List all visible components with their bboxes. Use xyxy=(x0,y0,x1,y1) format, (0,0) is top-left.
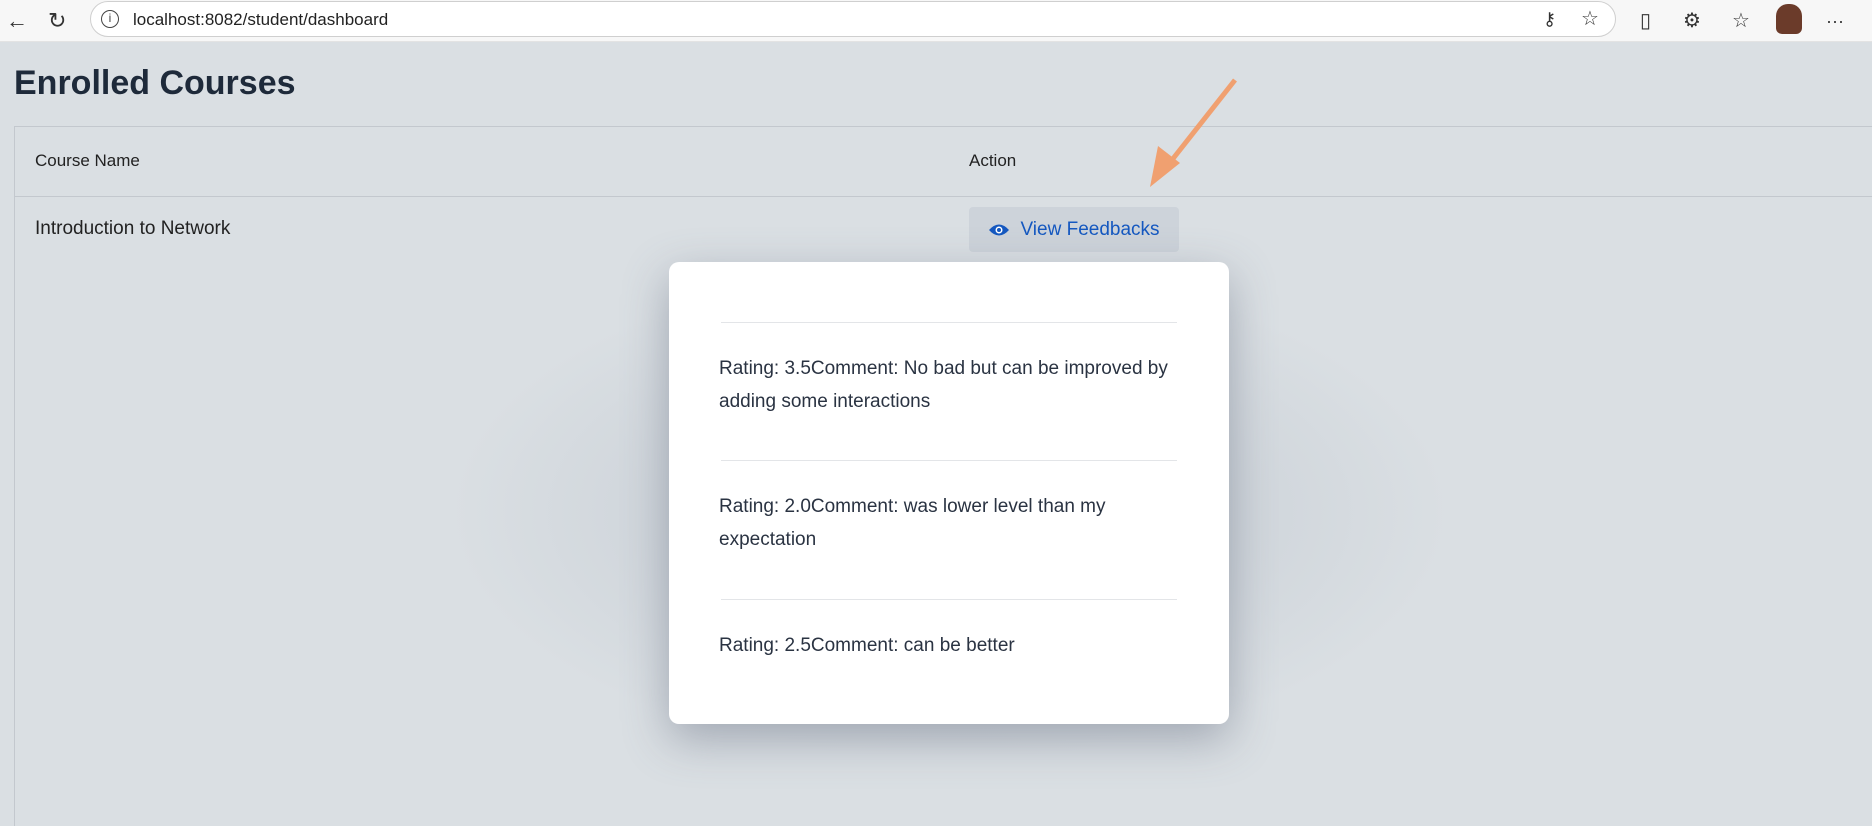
extensions-icon[interactable]: ⚙ xyxy=(1683,6,1701,36)
feedback-modal: Rating: 3.5Comment: No bad but can be im… xyxy=(669,262,1229,724)
profile-avatar-icon[interactable] xyxy=(1776,4,1802,34)
divider xyxy=(14,196,1872,197)
url-text: localhost:8082/student/dashboard xyxy=(133,10,389,29)
feedback-item: Rating: 3.5Comment: No bad but can be im… xyxy=(719,358,1168,412)
view-feedbacks-button[interactable]: View Feedbacks xyxy=(969,207,1179,252)
course-name: Introduction to Network xyxy=(35,218,231,239)
browser-toolbar: ← ↻ i localhost:8082/student/dashboard ⚷… xyxy=(0,0,1872,42)
favorites-icon[interactable]: ☆ xyxy=(1732,6,1750,36)
key-icon[interactable]: ⚷ xyxy=(1543,4,1556,34)
back-icon[interactable]: ← xyxy=(6,6,28,36)
header-course-name: Course Name xyxy=(35,151,140,170)
reload-icon[interactable]: ↻ xyxy=(48,6,66,36)
more-icon[interactable]: ··· xyxy=(1826,6,1844,36)
star-icon[interactable]: ☆ xyxy=(1581,4,1599,34)
feedback-item: Rating: 2.5Comment: can be better xyxy=(719,635,1015,656)
annotation-arrow-icon xyxy=(1150,78,1237,187)
address-bar[interactable]: i localhost:8082/student/dashboard ⚷ ☆ xyxy=(90,1,1616,37)
info-icon[interactable]: i xyxy=(101,10,119,28)
header-action: Action xyxy=(969,151,1017,170)
view-feedbacks-label: View Feedbacks xyxy=(1020,218,1160,240)
page-title: Enrolled Courses xyxy=(14,64,296,102)
reader-icon[interactable]: ▯ xyxy=(1640,6,1651,36)
feedback-item: Rating: 2.0Comment: was lower level than… xyxy=(719,496,1106,550)
divider xyxy=(721,599,1177,600)
eye-icon xyxy=(989,224,1010,235)
divider xyxy=(721,460,1177,461)
divider xyxy=(721,322,1177,323)
